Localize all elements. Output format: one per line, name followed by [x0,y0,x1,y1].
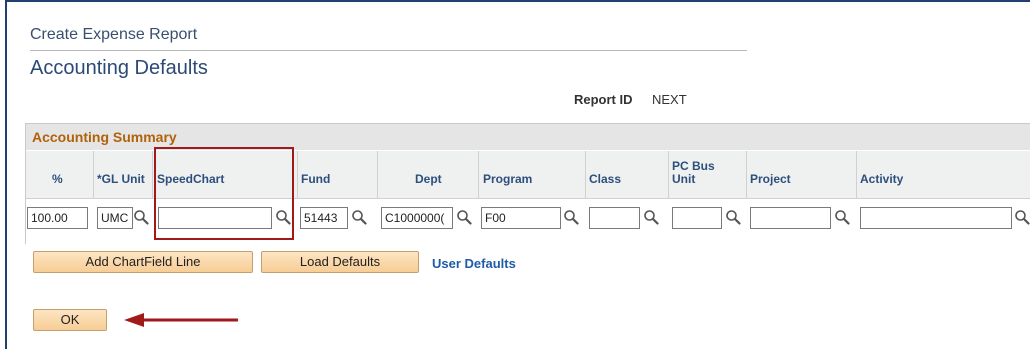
column-header-percent: % [52,172,63,186]
activity-lookup-icon[interactable] [1014,209,1030,225]
fund-field[interactable] [300,207,348,229]
ok-button[interactable]: OK [33,309,107,331]
gl-unit-field[interactable] [97,207,133,229]
column-header-fund: Fund [301,172,331,186]
add-chartfield-line-button[interactable]: Add ChartField Line [33,251,253,273]
dept-lookup-icon[interactable] [456,209,472,225]
column-separator [152,151,153,198]
column-separator [856,151,857,198]
column-header-pc-bus-unit: PC Bus Unit [672,160,715,186]
column-separator [668,151,669,198]
activity-field[interactable] [860,207,1012,229]
dept-field[interactable] [381,207,453,229]
column-separator [746,151,747,198]
percent-field[interactable] [27,207,88,229]
column-header-gl-unit: *GL Unit [97,172,145,186]
fund-lookup-icon[interactable] [351,209,367,225]
column-separator [93,151,94,198]
column-header-project: Project [750,172,791,186]
column-separator [377,151,378,198]
grid-title: Accounting Summary [32,129,177,145]
pc-bus-unit-field[interactable] [672,207,722,229]
class-lookup-icon[interactable] [643,209,659,225]
column-header-program: Program [483,172,533,186]
breadcrumb-divider [30,50,747,51]
report-id-label: Report ID [574,92,633,107]
load-defaults-button[interactable]: Load Defaults [261,251,419,273]
gl-unit-lookup-icon[interactable] [133,209,149,225]
class-field[interactable] [589,207,640,229]
pc-bus-unit-lookup-icon[interactable] [725,209,741,225]
column-header-dept: Dept [415,172,442,186]
red-arrow-left-icon [124,313,238,327]
breadcrumb: Create Expense Report [30,26,198,43]
column-separator [478,151,479,198]
report-id-value: NEXT [652,92,687,107]
project-field[interactable] [750,207,831,229]
speedchart-highlight-box [154,147,294,240]
column-header-class: Class [589,172,622,186]
project-lookup-icon[interactable] [834,209,850,225]
column-header-pc-bus-unit-line2: Unit [672,172,696,186]
column-separator [585,151,586,198]
user-defaults-link[interactable]: User Defaults [432,256,516,271]
page-title: Accounting Defaults [30,57,208,79]
program-field[interactable] [481,207,561,229]
column-separator [297,151,298,198]
program-lookup-icon[interactable] [563,209,579,225]
column-header-activity: Activity [860,172,904,186]
